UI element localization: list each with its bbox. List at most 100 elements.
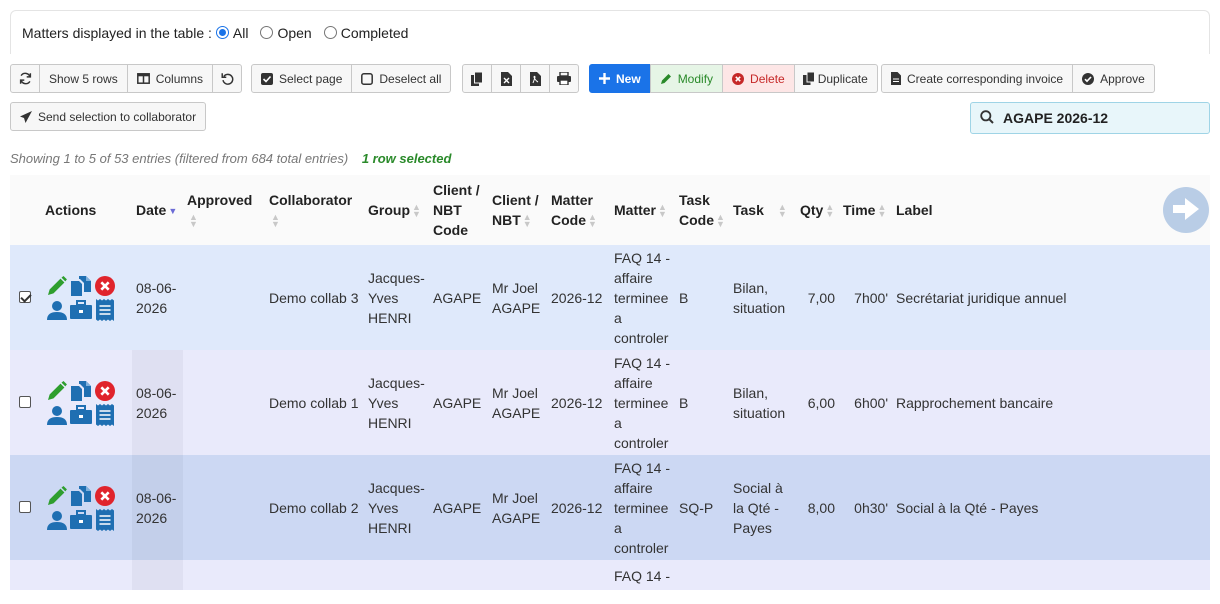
sort-icon: ▲ ▼	[825, 202, 835, 220]
table-row[interactable]: 08-06-2026 Demo collab 2 Jacques-Yves HE…	[10, 455, 1210, 560]
pdf-file-icon	[529, 71, 541, 86]
row-actions-cell	[41, 350, 132, 455]
header-date[interactable]: Date ▼	[132, 175, 183, 245]
sort-icon: ▲ ▼	[588, 212, 597, 230]
table-row[interactable]: 08-06-2026 Demo collab 3 Jacques-Yves HE…	[10, 245, 1210, 350]
modify-button[interactable]: Modify	[649, 64, 724, 93]
approve-button[interactable]: Approve	[1072, 64, 1155, 93]
new-label: New	[616, 71, 641, 86]
cell-time: 6h00'	[839, 350, 892, 455]
create-invoice-button[interactable]: Create corresponding invoice	[881, 64, 1074, 93]
header-qty[interactable]: Qty ▲ ▼	[796, 175, 839, 245]
filter-completed-radio[interactable]: Completed	[323, 25, 408, 41]
radio-unchecked-icon	[323, 26, 337, 39]
header-client-code-label: Client / NBT Code	[433, 182, 480, 238]
new-button[interactable]: New	[589, 64, 651, 93]
pdf-button[interactable]	[520, 64, 550, 93]
duplicate-icon[interactable]	[69, 380, 93, 401]
cell-qty	[796, 560, 839, 590]
row-select-cell[interactable]	[10, 350, 41, 455]
cell-task-code: B	[675, 245, 729, 350]
row-checkbox[interactable]	[19, 500, 31, 513]
header-group-label: Group	[368, 202, 410, 218]
header-client[interactable]: Client / NBT ▲ ▼	[488, 175, 547, 245]
print-button[interactable]	[549, 64, 579, 93]
header-matter[interactable]: Matter ▲ ▼	[610, 175, 675, 245]
edit-pencil-icon[interactable]	[45, 380, 69, 401]
cell-task: Bilan, situation	[729, 245, 796, 350]
header-approved[interactable]: Approved ▲ ▼	[183, 175, 265, 245]
cell-matter-code	[547, 560, 610, 590]
excel-button[interactable]	[491, 64, 521, 93]
table-row[interactable]: 08-06-2026 Demo collab 1 Jacques-Yves HE…	[10, 350, 1210, 455]
cell-task-code: B	[675, 350, 729, 455]
briefcase-icon[interactable]	[69, 299, 93, 320]
row-select-cell[interactable]	[10, 455, 41, 560]
edit-pencil-icon[interactable]	[45, 275, 69, 296]
send-selection-label: Send selection to collaborator	[38, 109, 197, 124]
receipt-icon[interactable]	[93, 403, 117, 426]
delete-row-icon[interactable]	[93, 275, 117, 296]
cell-group	[364, 560, 429, 590]
show-rows-button[interactable]: Show 5 rows	[39, 64, 128, 93]
delete-button[interactable]: Delete	[722, 64, 795, 93]
briefcase-icon[interactable]	[69, 404, 93, 425]
user-icon[interactable]	[45, 405, 69, 425]
header-collaborator[interactable]: Collaborator ▲ ▼	[265, 175, 364, 245]
cell-matter: FAQ 14 - affaire terminee a controler	[610, 455, 675, 560]
showing-entries-text: Showing 1 to 5 of 53 entries (filtered f…	[10, 151, 349, 166]
approve-label: Approve	[1100, 71, 1145, 86]
duplicate-button[interactable]: Duplicate	[793, 64, 878, 93]
header-matter-code[interactable]: Matter Code ▲ ▼	[547, 175, 610, 245]
reset-button[interactable]	[212, 64, 243, 93]
delete-circle-icon	[732, 72, 745, 85]
sort-icon: ▲ ▼	[877, 202, 887, 220]
header-time[interactable]: Time ▲ ▼	[839, 175, 892, 245]
select-page-label: Select page	[279, 71, 343, 86]
scroll-right-button[interactable]	[1163, 187, 1209, 233]
row-select-cell[interactable]	[10, 245, 41, 350]
paper-plane-icon	[20, 110, 32, 123]
matter-filter-bar: Matters displayed in the table : All Ope…	[10, 10, 1210, 54]
duplicate-icon[interactable]	[69, 275, 93, 296]
sort-icon: ▲ ▼	[271, 212, 280, 230]
filter-all-radio[interactable]: All	[215, 25, 248, 41]
select-page-button[interactable]: Select page	[251, 64, 353, 93]
row-actions	[45, 379, 128, 427]
filter-open-radio[interactable]: Open	[260, 25, 312, 41]
edit-pencil-icon[interactable]	[45, 485, 69, 506]
receipt-icon[interactable]	[93, 508, 117, 531]
duplicate-icon[interactable]	[69, 485, 93, 506]
user-icon[interactable]	[45, 510, 69, 530]
cell-label: Secrétariat juridique annuel	[892, 245, 1210, 350]
cell-group: Jacques-Yves HENRI	[364, 245, 429, 350]
copy-button[interactable]	[462, 64, 492, 93]
cell-date: 08-06-2026	[132, 350, 183, 455]
refresh-button[interactable]	[10, 64, 40, 93]
receipt-icon[interactable]	[93, 298, 117, 321]
row-select-cell[interactable]	[10, 560, 41, 590]
columns-icon	[136, 73, 150, 84]
rows-selected-text: 1 row selected	[361, 151, 452, 166]
delete-row-icon[interactable]	[93, 380, 117, 401]
header-group[interactable]: Group ▲ ▼	[364, 175, 429, 245]
briefcase-icon[interactable]	[69, 509, 93, 530]
row-actions-cell	[41, 455, 132, 560]
table-view-group: Show 5 rows Columns	[10, 64, 243, 93]
row-checkbox[interactable]	[19, 395, 31, 408]
search-input[interactable]	[1001, 109, 1191, 127]
user-icon[interactable]	[45, 300, 69, 320]
cell-time: 0h30'	[839, 455, 892, 560]
table-row[interactable]: FAQ 14 -	[10, 560, 1210, 590]
row-checkbox[interactable]	[19, 290, 31, 303]
table-info: Showing 1 to 5 of 53 entries (filtered f…	[10, 151, 451, 166]
header-client-code[interactable]: Client / NBT Code	[429, 175, 488, 245]
cell-label	[892, 560, 1210, 590]
send-selection-button[interactable]: Send selection to collaborator	[10, 102, 207, 131]
deselect-all-button[interactable]: Deselect all	[351, 64, 452, 93]
header-task-code[interactable]: Task Code ▲ ▼	[675, 175, 729, 245]
delete-row-icon[interactable]	[93, 485, 117, 506]
cell-date	[132, 560, 183, 590]
header-task[interactable]: Task ▲ ▼	[729, 175, 796, 245]
columns-button[interactable]: Columns	[126, 64, 214, 93]
